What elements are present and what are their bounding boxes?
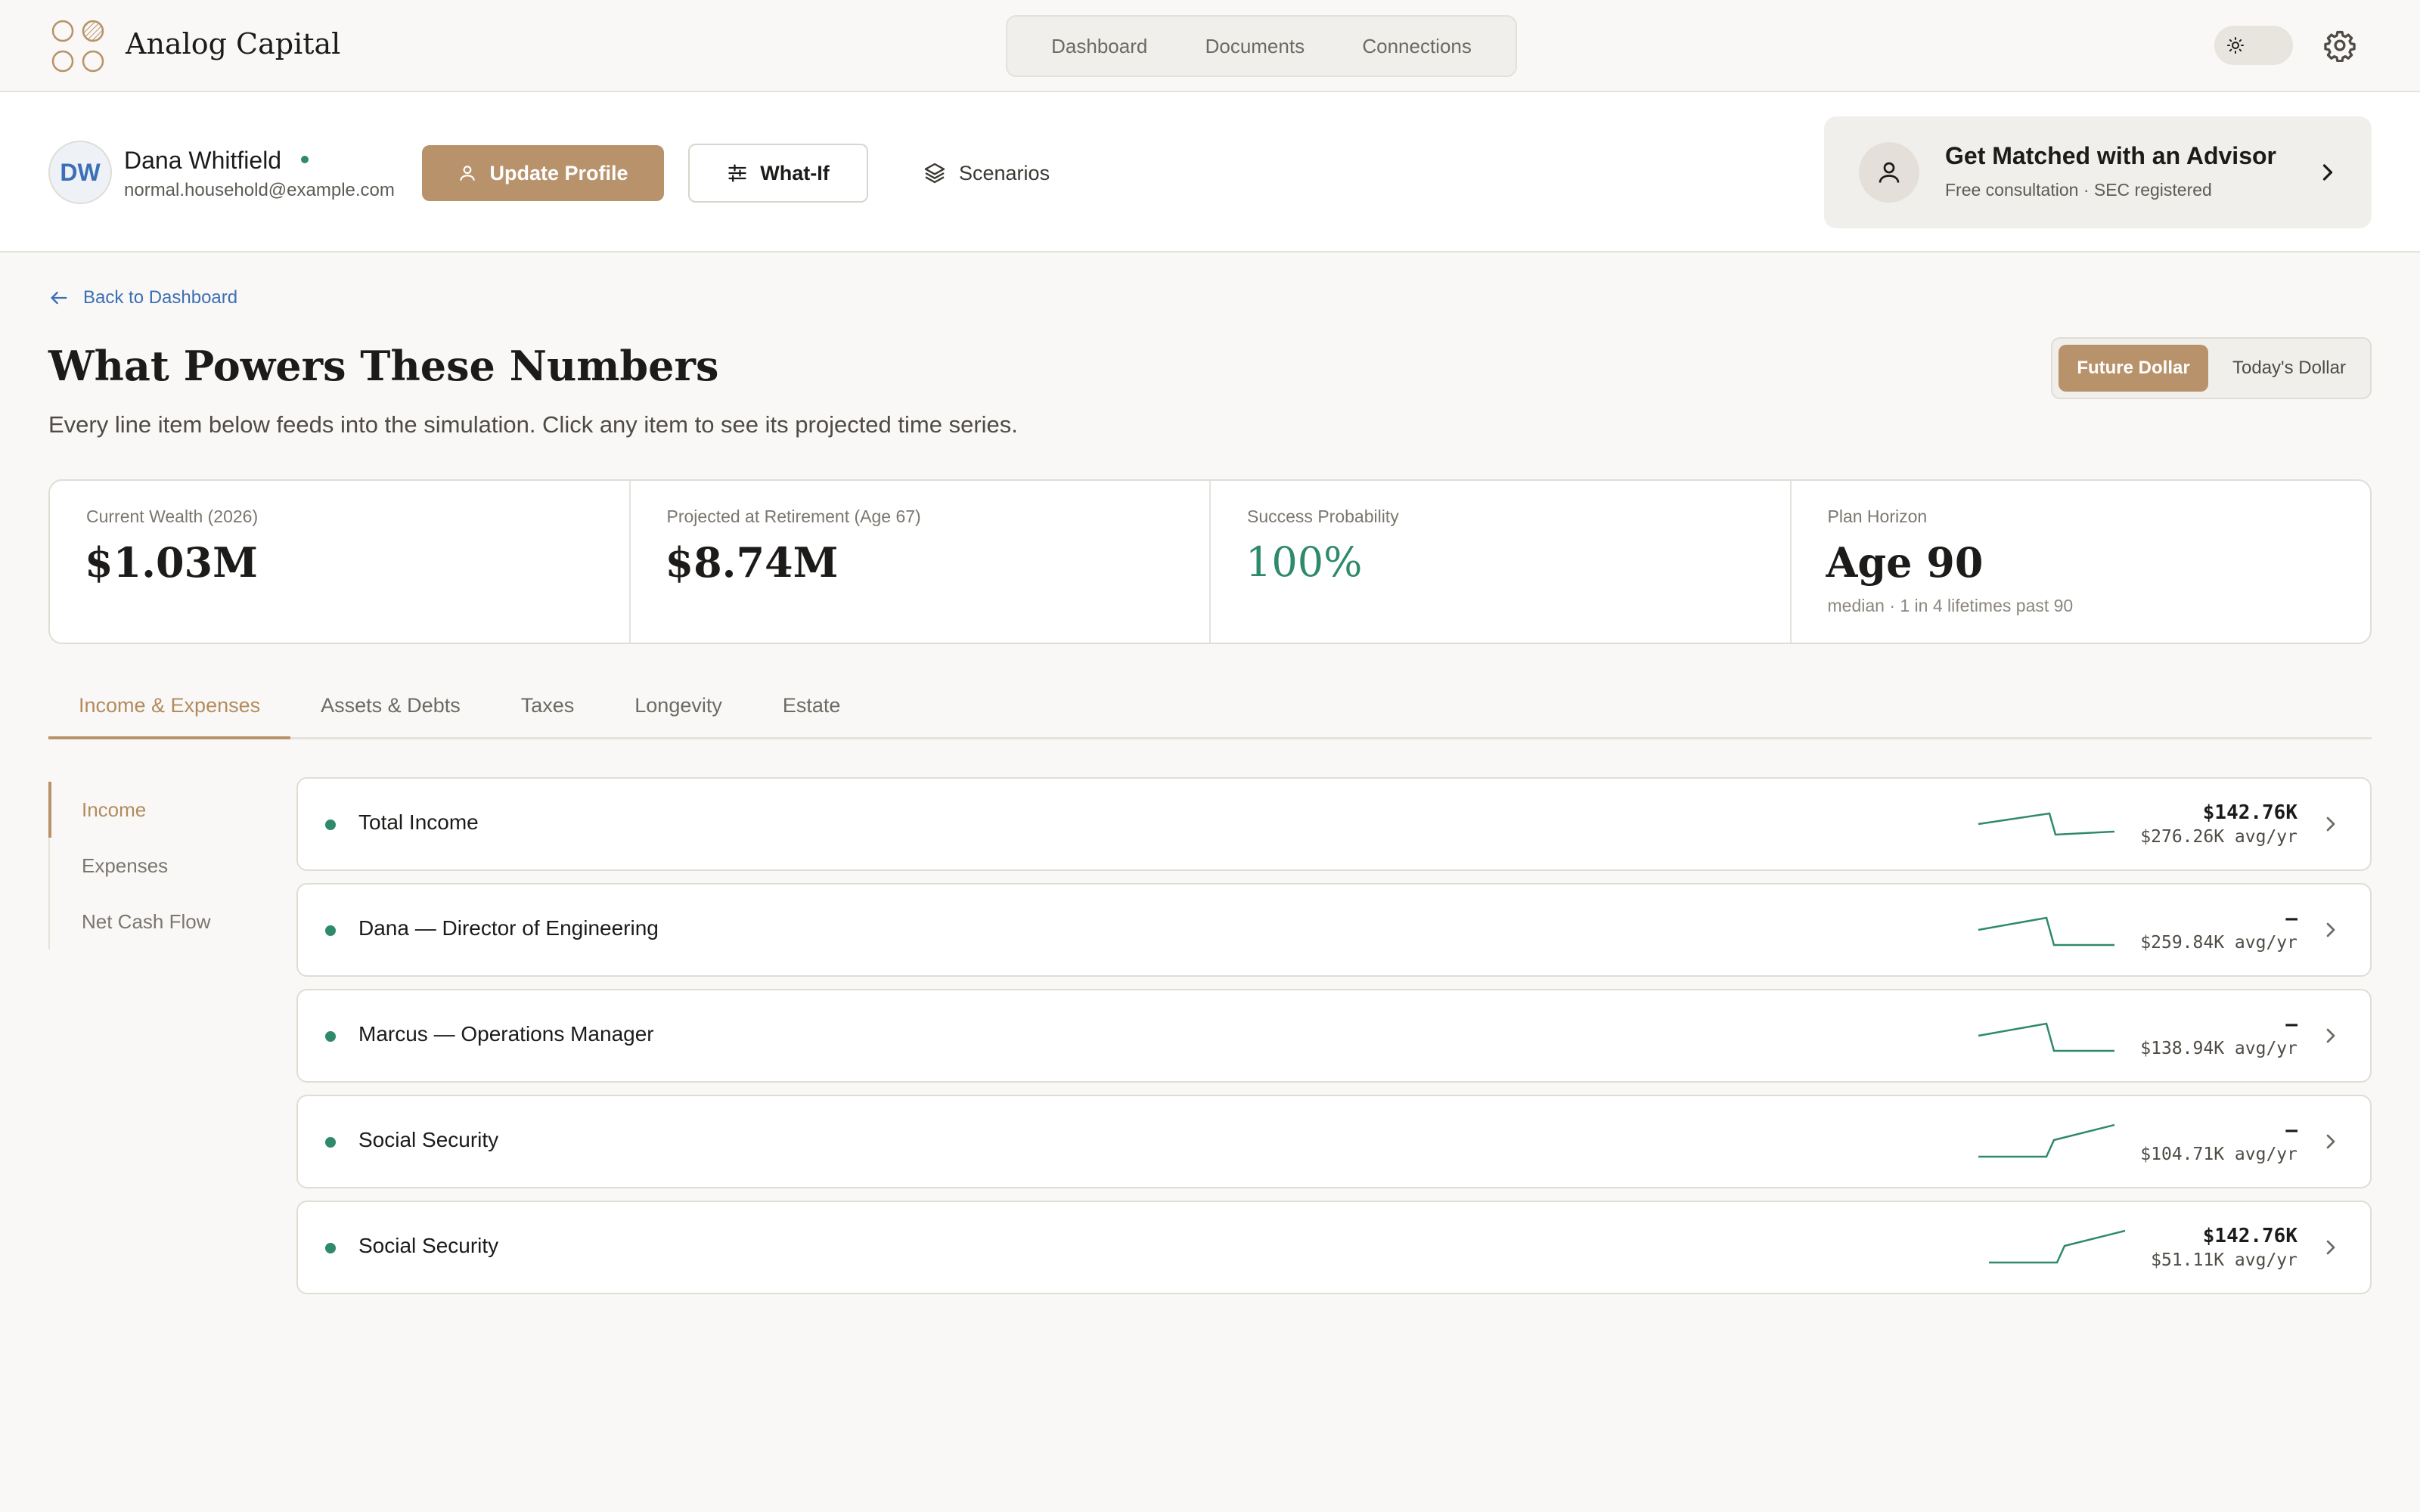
main-nav: Dashboard Documents Connections: [1006, 15, 1517, 77]
line-item-value: –: [2285, 1119, 2297, 1142]
status-dot: [325, 1031, 336, 1042]
what-if-label: What-If: [760, 161, 830, 184]
top-bar: Analog Capital Dashboard Documents Conne…: [0, 0, 2420, 92]
line-item-average: $259.84K avg/yr: [2140, 933, 2297, 953]
line-item-average: $276.26K avg/yr: [2140, 827, 2297, 847]
sidenav-net-cash-flow[interactable]: Net Cash Flow: [50, 894, 275, 950]
advisor-person-icon: [1859, 142, 1919, 203]
chevron-right-icon: [2326, 816, 2335, 832]
status-dot: [325, 820, 336, 830]
arrow-left-icon: [51, 291, 67, 305]
line-item-row[interactable]: Total Income $142.76K $276.26K avg/yr: [296, 777, 2372, 871]
chevron-right-icon: [2326, 1134, 2335, 1149]
chevron-right-icon: [2326, 1028, 2335, 1043]
dollar-basis-toggle: Future Dollar Today's Dollar: [2051, 337, 2372, 399]
stat-label: Current Wealth (2026): [86, 507, 259, 526]
line-item-average: $104.71K avg/yr: [2140, 1145, 2297, 1164]
advisor-subtitle: Free consultation · SEC registered: [1945, 180, 2212, 200]
sidenav-income[interactable]: Income: [48, 782, 275, 838]
brand-logo-icon[interactable]: [50, 18, 107, 74]
nav-dashboard[interactable]: Dashboard: [1051, 35, 1147, 58]
scenarios-label: Scenarios: [959, 161, 1050, 184]
sparkline: [1989, 1229, 2126, 1264]
line-item-list: Total Income $142.76K $276.26K avg/yr Da…: [296, 777, 2372, 1306]
what-if-button[interactable]: What-If: [688, 144, 868, 203]
line-item-value: –: [2285, 907, 2297, 930]
gear-icon[interactable]: [2323, 29, 2356, 62]
back-to-dashboard-link[interactable]: Back to Dashboard: [48, 287, 237, 308]
sparkline: [1978, 812, 2115, 836]
nav-documents[interactable]: Documents: [1205, 35, 1305, 58]
status-dot: [325, 925, 336, 936]
chevron-right-icon: [2326, 1240, 2335, 1255]
tab-assets-debts[interactable]: Assets & Debts: [290, 677, 491, 737]
line-item-label: Total Income: [358, 810, 479, 834]
user-icon: [460, 166, 476, 181]
user-name: Dana Whitfield: [124, 147, 282, 174]
sidenav-expenses[interactable]: Expenses: [50, 838, 275, 894]
line-item-average: $138.94K avg/yr: [2140, 1039, 2297, 1058]
update-profile-label: Update Profile: [489, 161, 628, 184]
user-email: normal.household@example.com: [124, 180, 395, 200]
line-item-average: $51.11K avg/yr: [2151, 1250, 2297, 1270]
update-profile-button[interactable]: Update Profile: [422, 145, 664, 201]
layers-icon: [924, 163, 945, 184]
page-title: What Powers These Numbers: [48, 342, 719, 390]
summary-stats: Current Wealth (2026) $1.03M Projected a…: [48, 479, 2372, 644]
line-item-value: $142.76K: [2202, 1225, 2297, 1247]
stat-note: median · 1 in 4 lifetimes past 90: [1827, 596, 2074, 615]
line-item-value: $142.76K: [2202, 801, 2297, 824]
advisor-title: Get Matched with an Advisor: [1945, 142, 2276, 169]
line-item-label: Marcus — Operations Manager: [358, 1022, 654, 1046]
sliders-icon: [728, 164, 746, 182]
advisor-match-card[interactable]: Get Matched with an Advisor Free consult…: [1824, 116, 2372, 228]
tab-estate[interactable]: Estate: [752, 677, 871, 737]
stat-value: Age 90: [1826, 538, 1984, 587]
line-item-label: Social Security: [358, 1128, 499, 1151]
stat-success-probability: Success Probability 100%: [1211, 481, 1792, 643]
tab-taxes[interactable]: Taxes: [491, 677, 605, 737]
nav-connections[interactable]: Connections: [1362, 35, 1472, 58]
back-label: Back to Dashboard: [83, 287, 238, 308]
line-item-row[interactable]: Social Security $142.76K $51.11K avg/yr: [296, 1201, 2372, 1294]
line-item-label: Dana — Director of Engineering: [358, 916, 659, 940]
todays-dollar-option[interactable]: Today's Dollar: [2214, 345, 2364, 392]
line-item-row[interactable]: Marcus — Operations Manager – $138.94K a…: [296, 989, 2372, 1083]
sparkline: [1978, 1123, 2115, 1158]
stat-label: Success Probability: [1247, 507, 1399, 526]
sparkline: [1978, 1022, 2114, 1052]
stat-label: Plan Horizon: [1827, 507, 1928, 526]
category-tabs: Income & Expenses Assets & Debts Taxes L…: [48, 677, 2372, 739]
profile-bar: DW Dana Whitfield normal.household@examp…: [0, 92, 2420, 253]
line-item-row[interactable]: Dana — Director of Engineering – $259.84…: [296, 883, 2372, 977]
chevron-right-icon: [2322, 164, 2333, 181]
stat-value: $8.74M: [665, 538, 839, 587]
status-dot: [325, 1243, 336, 1253]
status-dot: [325, 1137, 336, 1148]
stat-projected-retirement: Projected at Retirement (Age 67) $8.74M: [631, 481, 1211, 643]
online-status-dot: [301, 156, 309, 163]
future-dollar-option[interactable]: Future Dollar: [2059, 345, 2208, 392]
stat-label: Projected at Retirement (Age 67): [666, 507, 921, 526]
line-item-row[interactable]: Social Security – $104.71K avg/yr: [296, 1095, 2372, 1188]
line-item-label: Social Security: [358, 1234, 499, 1257]
stat-value: 100%: [1246, 538, 1363, 586]
scenarios-button[interactable]: Scenarios: [923, 145, 1050, 201]
stat-current-wealth: Current Wealth (2026) $1.03M: [50, 481, 631, 643]
section-side-nav: Income Expenses Net Cash Flow: [48, 782, 275, 950]
theme-toggle[interactable]: [2214, 26, 2293, 65]
tab-longevity[interactable]: Longevity: [604, 677, 752, 737]
avatar[interactable]: DW: [48, 141, 112, 204]
tab-income-expenses[interactable]: Income & Expenses: [48, 677, 291, 739]
stat-value: $1.03M: [85, 538, 258, 587]
brand-name[interactable]: Analog Capital: [126, 27, 340, 60]
chevron-right-icon: [2326, 922, 2335, 937]
sparkline: [1978, 916, 2114, 947]
line-item-value: –: [2285, 1013, 2297, 1036]
sun-icon: [2222, 32, 2249, 59]
stat-plan-horizon: Plan Horizon Age 90 median · 1 in 4 life…: [1792, 481, 2371, 643]
page-subtitle: Every line item below feeds into the sim…: [48, 411, 1018, 438]
